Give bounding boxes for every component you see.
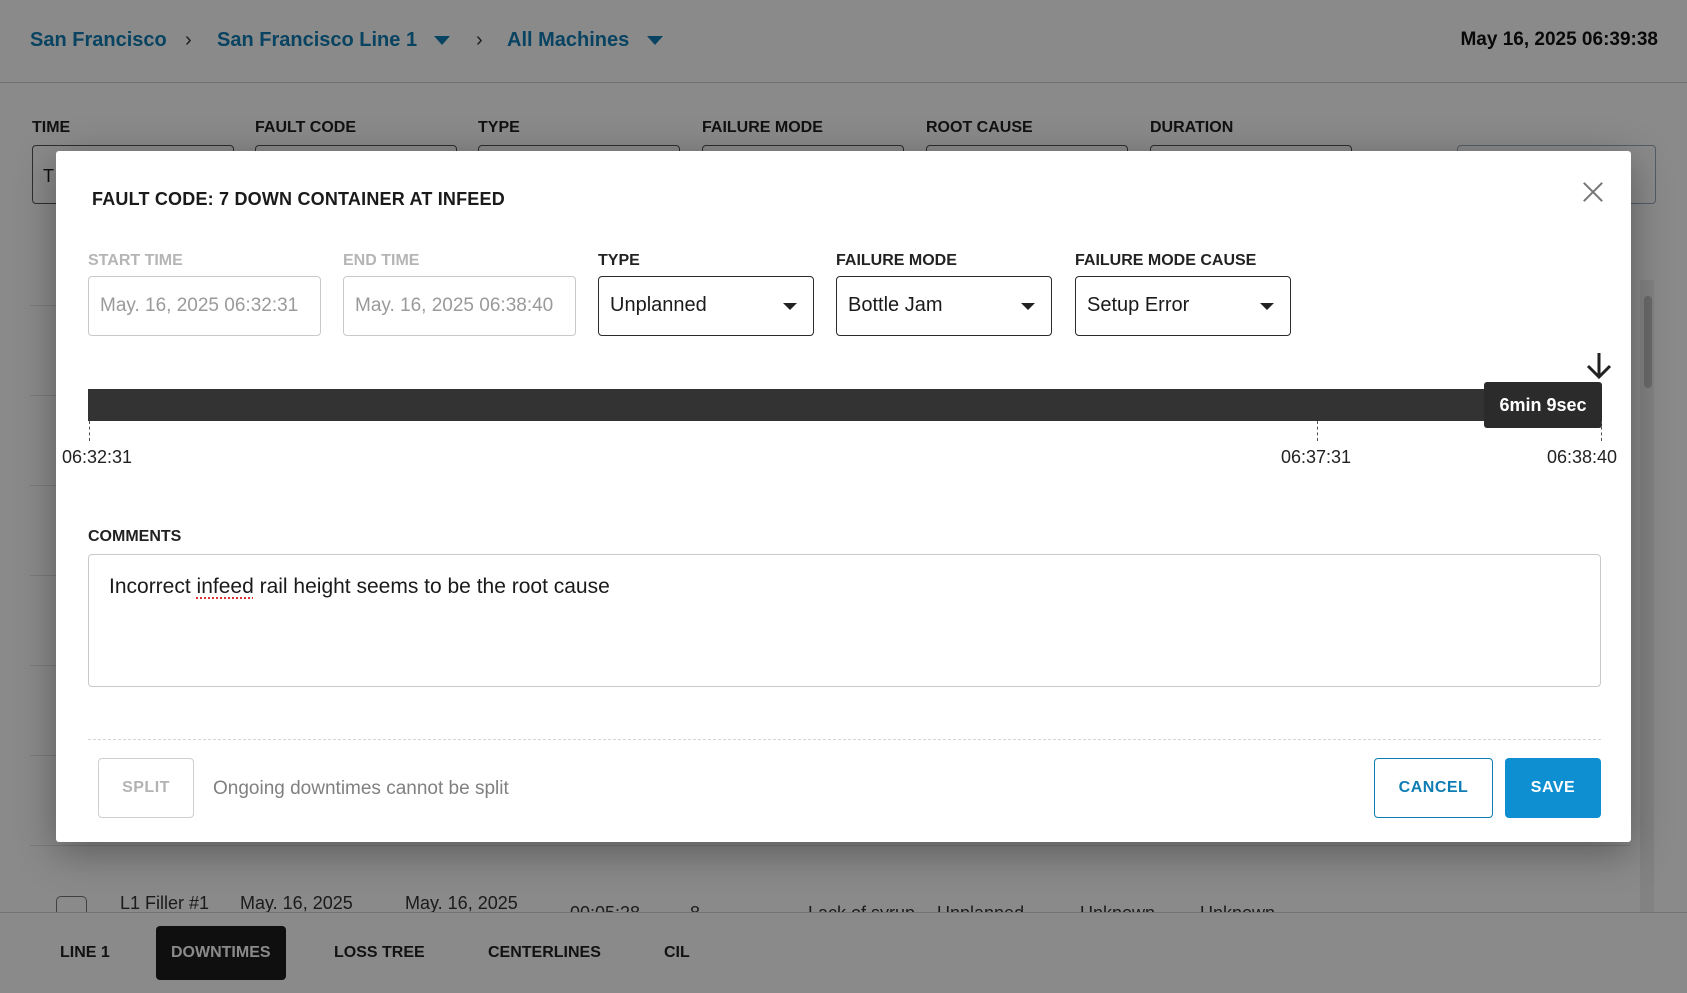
- split-button[interactable]: SPLIT: [98, 758, 194, 818]
- misspelled-word: infeed: [196, 575, 254, 598]
- downtime-timeline-bar[interactable]: [88, 389, 1598, 421]
- arrow-down-icon: [1586, 353, 1612, 380]
- failure-mode-cause-label: FAILURE MODE CAUSE: [1075, 252, 1257, 269]
- fault-code-dialog: FAULT CODE: 7 DOWN CONTAINER AT INFEED S…: [56, 151, 1631, 842]
- dialog-title: FAULT CODE: 7 DOWN CONTAINER AT INFEED: [92, 189, 505, 209]
- comment-text-start: Incorrect: [109, 575, 197, 598]
- timeline-tick: [89, 421, 90, 441]
- type-select-value: Unplanned: [610, 294, 707, 316]
- dropdown-arrow-icon: [783, 303, 797, 310]
- timeline-start-label: 06:32:31: [62, 447, 133, 467]
- end-time-field: May. 16, 2025 06:38:40: [343, 276, 576, 336]
- cancel-button[interactable]: CANCEL: [1374, 758, 1493, 818]
- timeline-tick: [1601, 421, 1602, 441]
- dropdown-arrow-icon: [1260, 303, 1274, 310]
- failure-mode-select-value: Bottle Jam: [848, 294, 943, 316]
- failure-mode-cause-select-value: Setup Error: [1087, 294, 1190, 316]
- comment-text-end: rail height seems to be the root cause: [253, 575, 610, 598]
- timeline-mid-label: 06:37:31: [1281, 447, 1352, 467]
- type-label: TYPE: [598, 252, 640, 269]
- timeline-tick: [1317, 421, 1318, 441]
- duration-badge: 6min 9sec: [1484, 382, 1602, 428]
- split-disabled-note: Ongoing downtimes cannot be split: [213, 778, 509, 799]
- failure-mode-label: FAILURE MODE: [836, 252, 957, 269]
- end-time-label: END TIME: [343, 252, 420, 269]
- dropdown-arrow-icon: [1021, 303, 1035, 310]
- save-button[interactable]: SAVE: [1505, 758, 1601, 818]
- close-icon[interactable]: [1580, 179, 1606, 205]
- failure-mode-cause-select[interactable]: Setup Error: [1075, 276, 1291, 336]
- start-time-label: START TIME: [88, 252, 183, 269]
- comments-label: COMMENTS: [88, 528, 182, 545]
- failure-mode-select[interactable]: Bottle Jam: [836, 276, 1052, 336]
- footer-divider: [88, 739, 1601, 740]
- comments-textarea[interactable]: Incorrect infeed rail height seems to be…: [88, 554, 1601, 687]
- timeline-end-label: 06:38:40: [1547, 447, 1618, 467]
- start-time-field: May. 16, 2025 06:32:31: [88, 276, 321, 336]
- type-select[interactable]: Unplanned: [598, 276, 814, 336]
